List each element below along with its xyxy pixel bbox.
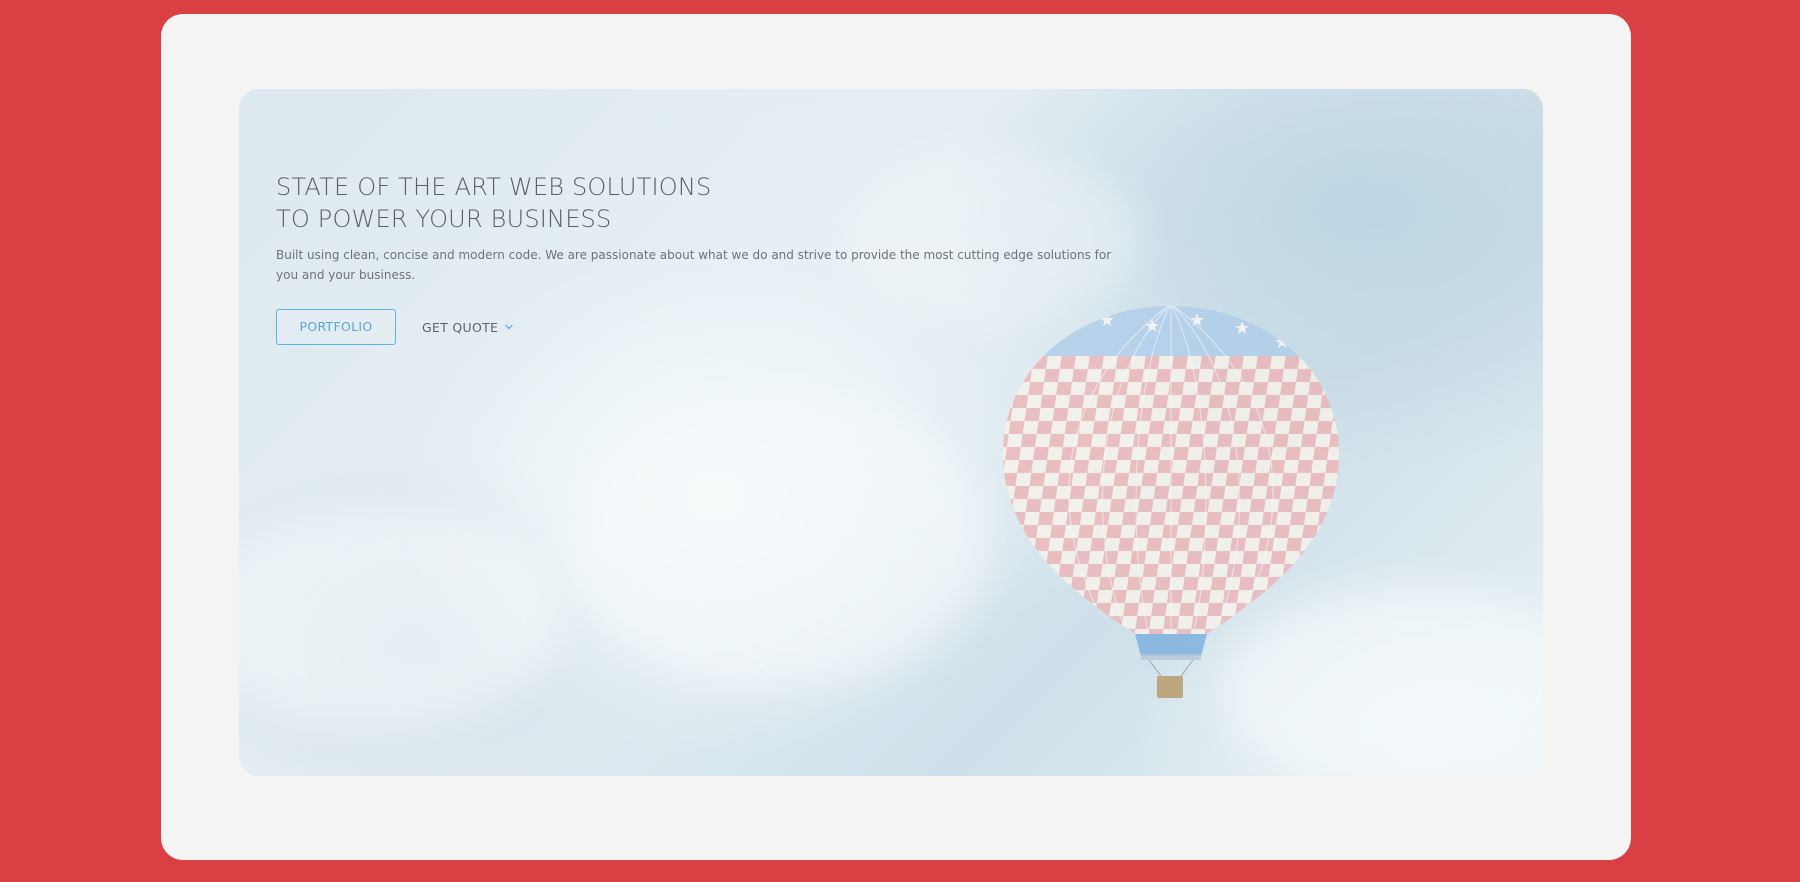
hero-banner: ★ ★ ★ ★ ★ ★ ★ ★ ★ (239, 89, 1543, 776)
page-frame: ★ ★ ★ ★ ★ ★ ★ ★ ★ (161, 14, 1631, 860)
hot-air-balloon-image: ★ ★ ★ ★ ★ ★ ★ ★ ★ (1003, 306, 1339, 698)
hero-headline: STATE OF THE ART WEB SOLUTIONS TO POWER … (276, 171, 1156, 235)
get-quote-button[interactable]: GET QUOTE (422, 320, 514, 335)
portfolio-button[interactable]: PORTFOLIO (276, 309, 396, 345)
hero-subtext: Built using clean, concise and modern co… (276, 248, 1112, 282)
chevron-down-icon (505, 324, 513, 330)
get-quote-label: GET QUOTE (422, 319, 499, 335)
headline-line-2: TO POWER YOUR BUSINESS (276, 205, 612, 233)
headline-line-1: STATE OF THE ART WEB SOLUTIONS (276, 173, 712, 201)
cloud-shape (239, 509, 559, 729)
hero-actions: PORTFOLIO GET QUOTE (276, 309, 1156, 345)
cloud-shape (569, 389, 989, 689)
hero-copy: STATE OF THE ART WEB SOLUTIONS TO POWER … (276, 171, 1156, 345)
